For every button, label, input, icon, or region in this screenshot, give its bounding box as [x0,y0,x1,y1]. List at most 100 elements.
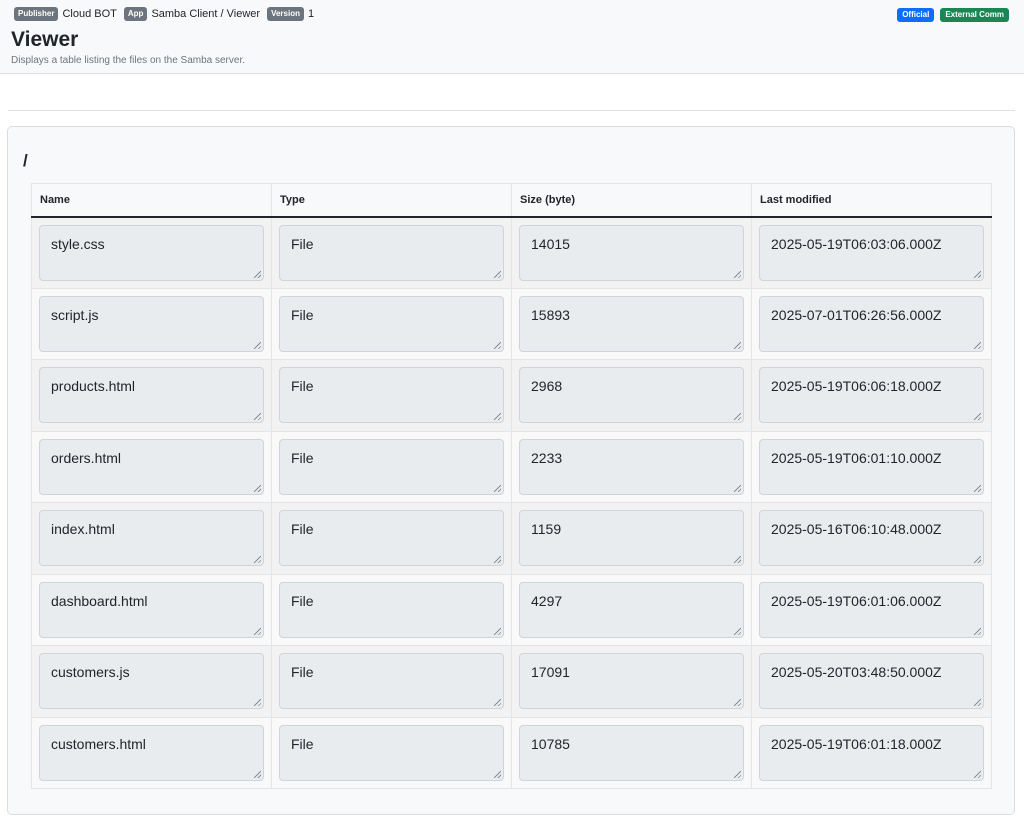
resize-handle-icon[interactable] [494,341,501,349]
type-textarea[interactable]: File [279,438,504,495]
column-header-size: Size (byte) [511,183,752,218]
name-textarea[interactable]: style.css [39,224,264,281]
size-textarea[interactable]: 15893 [519,295,744,352]
name-textarea[interactable]: products.html [39,367,264,424]
table-row: dashboard.html File 4297 2025-05-19T06:01:0… [31,573,992,646]
resize-handle-icon[interactable] [734,484,741,492]
resize-handle-icon[interactable] [974,556,981,564]
name-value: index.html [51,521,115,538]
size-textarea[interactable]: 17091 [519,653,744,710]
table-cell-last-modified: 2025-05-19T06:01:18.000Z [751,716,992,789]
version-badge: Version [267,7,304,21]
table-cell-name: customers.html [31,716,272,789]
last-modified-value: 2025-07-01T06:26:56.000Z [771,306,942,323]
name-textarea[interactable]: customers.js [39,653,264,710]
resize-handle-icon[interactable] [254,270,261,278]
table-cell-last-modified: 2025-05-16T06:10:48.000Z [751,502,992,575]
type-textarea[interactable]: File [279,367,504,424]
resize-handle-icon[interactable] [254,770,261,778]
resize-handle-icon[interactable] [494,770,501,778]
type-textarea[interactable]: File [279,224,504,281]
name-textarea[interactable]: orders.html [39,438,264,495]
name-textarea[interactable]: index.html [39,510,264,567]
table-cell-last-modified: 2025-05-20T03:48:50.000Z [751,645,992,718]
last-modified-textarea[interactable]: 2025-05-19T06:06:18.000Z [759,367,984,424]
size-textarea[interactable]: 14015 [519,224,744,281]
resize-handle-icon[interactable] [734,341,741,349]
resize-handle-icon[interactable] [254,413,261,421]
resize-handle-icon[interactable] [254,627,261,635]
resize-handle-icon[interactable] [254,341,261,349]
size-value: 2968 [531,378,563,395]
resize-handle-icon[interactable] [254,484,261,492]
resize-handle-icon[interactable] [254,699,261,707]
table-cell-size: 4297 [511,573,752,646]
status-badges: Official External Comm [891,8,1009,22]
resize-handle-icon[interactable] [494,556,501,564]
table-row: style.css File 14015 2025-05-19T06:03:06.00… [31,216,992,289]
type-textarea[interactable]: File [279,295,504,352]
name-textarea[interactable]: script.js [39,295,264,352]
type-textarea[interactable]: File [279,724,504,781]
table-cell-type: File [271,216,512,289]
last-modified-textarea[interactable]: 2025-05-16T06:10:48.000Z [759,510,984,567]
resize-handle-icon[interactable] [734,413,741,421]
size-textarea[interactable]: 1159 [519,510,744,567]
last-modified-value: 2025-05-19T06:03:06.000Z [771,235,942,252]
table-cell-name: style.css [31,216,272,289]
name-textarea[interactable]: dashboard.html [39,581,264,638]
table-cell-size: 15893 [511,287,752,360]
version-number: 1 [307,8,315,20]
last-modified-textarea[interactable]: 2025-05-19T06:01:06.000Z [759,581,984,638]
resize-handle-icon[interactable] [734,770,741,778]
table-cell-last-modified: 2025-05-19T06:01:06.000Z [751,573,992,646]
last-modified-value: 2025-05-20T03:48:50.000Z [771,664,942,681]
type-textarea[interactable]: File [279,510,504,567]
size-value: 2233 [531,449,563,466]
name-value: dashboard.html [51,592,148,609]
table-header-row: Name Type Size (byte) Last modified [31,183,992,218]
table-cell-type: File [271,502,512,575]
resize-handle-icon[interactable] [974,341,981,349]
last-modified-textarea[interactable]: 2025-05-19T06:01:10.000Z [759,438,984,495]
name-textarea[interactable]: customers.html [39,724,264,781]
type-textarea[interactable]: File [279,581,504,638]
size-textarea[interactable]: 10785 [519,724,744,781]
resize-handle-icon[interactable] [734,556,741,564]
resize-handle-icon[interactable] [974,413,981,421]
resize-handle-icon[interactable] [974,699,981,707]
size-textarea[interactable]: 4297 [519,581,744,638]
resize-handle-icon[interactable] [734,627,741,635]
resize-handle-icon[interactable] [974,270,981,278]
table-cell-size: 2233 [511,430,752,503]
resize-handle-icon[interactable] [494,627,501,635]
name-value: orders.html [51,449,122,466]
resize-handle-icon[interactable] [494,413,501,421]
type-value: File [291,592,314,609]
last-modified-textarea[interactable]: 2025-07-01T06:26:56.000Z [759,295,984,352]
resize-handle-icon[interactable] [974,627,981,635]
last-modified-textarea[interactable]: 2025-05-19T06:01:18.000Z [759,724,984,781]
size-textarea[interactable]: 2968 [519,367,744,424]
last-modified-textarea[interactable]: 2025-05-19T06:03:06.000Z [759,224,984,281]
size-textarea[interactable]: 2233 [519,438,744,495]
resize-handle-icon[interactable] [734,699,741,707]
type-value: File [291,378,314,395]
resize-handle-icon[interactable] [734,270,741,278]
resize-handle-icon[interactable] [494,270,501,278]
resize-handle-icon[interactable] [254,556,261,564]
divider [8,110,1015,111]
table-row: script.js File 15893 2025-07-01T06:26:56.00… [31,287,992,360]
publisher-badge: Publisher [14,7,59,21]
resize-handle-icon[interactable] [494,699,501,707]
resize-handle-icon[interactable] [974,484,981,492]
file-table: Name Type Size (byte) Last modified styl… [31,183,992,789]
size-value: 4297 [531,592,563,609]
type-textarea[interactable]: File [279,653,504,710]
page-header: Publisher Cloud BOT App Samba Client / V… [0,0,1024,74]
meta-row: Publisher Cloud BOT App Samba Client / V… [14,7,321,21]
last-modified-textarea[interactable]: 2025-05-20T03:48:50.000Z [759,653,984,710]
external-comm-badge: External Comm [940,8,1009,22]
resize-handle-icon[interactable] [494,484,501,492]
resize-handle-icon[interactable] [974,770,981,778]
